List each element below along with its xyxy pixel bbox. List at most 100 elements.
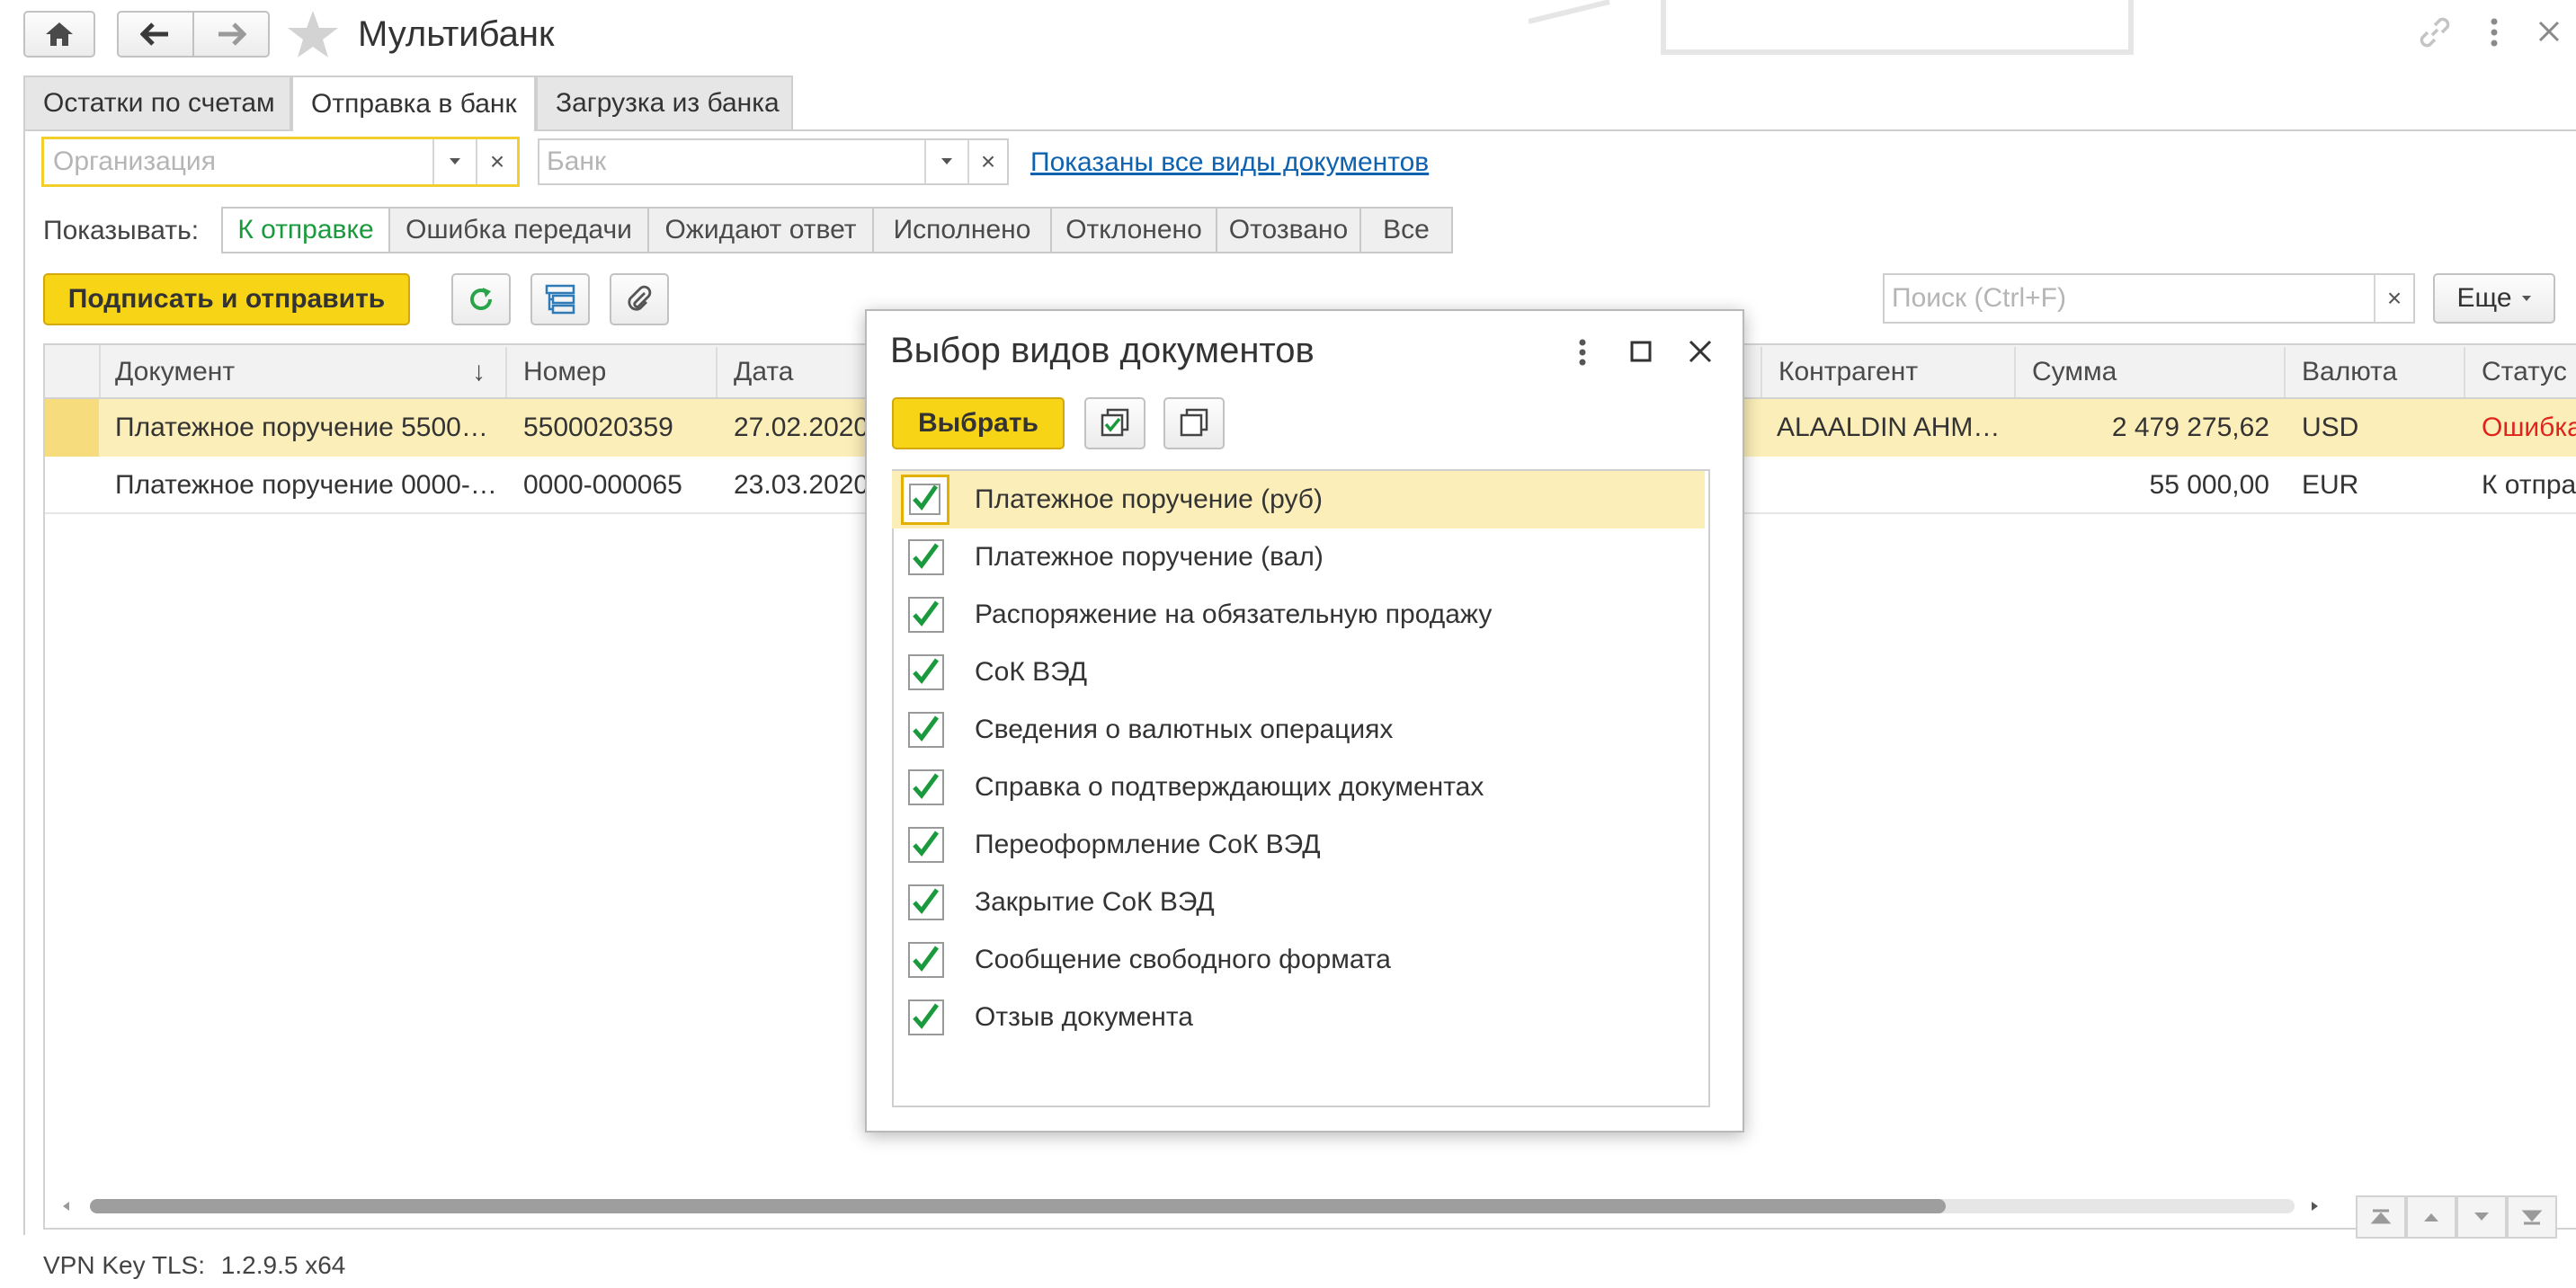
bank-field[interactable]: Банк × [538, 138, 1009, 185]
refresh-button[interactable] [451, 273, 511, 325]
filter-executed[interactable]: Исполнено [872, 207, 1052, 253]
favorite-star-button[interactable] [286, 9, 340, 59]
move-bottom-icon [2521, 1208, 2543, 1226]
tab-balances[interactable]: Остатки по счетам [23, 76, 291, 129]
bank-dropdown-button[interactable] [924, 140, 967, 183]
cell-number: 0000-000065 [523, 470, 682, 500]
organization-input[interactable]: Организация [53, 147, 216, 177]
scroll-to-top-button[interactable] [2356, 1195, 2406, 1239]
bank-input[interactable]: Банк [547, 147, 606, 177]
tab-send-to-bank[interactable]: Отправка в банк [291, 76, 536, 131]
cell-status: К отправке [2482, 470, 2576, 500]
dialog-more-button[interactable] [1572, 336, 1593, 369]
checkbox[interactable] [908, 539, 944, 575]
horizontal-scrollbar-track[interactable] [90, 1199, 2295, 1213]
forward-button[interactable] [194, 13, 268, 56]
column-number[interactable]: Номер [507, 347, 718, 397]
structure-button[interactable] [530, 273, 590, 325]
checkbox[interactable] [908, 712, 944, 748]
cell-currency: USD [2302, 413, 2359, 442]
list-item[interactable]: Отзыв документа [892, 989, 1705, 1046]
chevron-down-icon [449, 157, 461, 166]
scroll-left-arrow[interactable] [59, 1199, 74, 1213]
checkbox[interactable] [908, 597, 944, 633]
organization-field[interactable]: Организация × [41, 137, 520, 187]
list-item[interactable]: Платежное поручение (руб) [892, 471, 1705, 529]
cell-number: 5500020359 [523, 413, 673, 442]
checkbox[interactable] [901, 475, 949, 525]
move-up-icon [2420, 1208, 2442, 1226]
filter-awaiting-response[interactable]: Ожидают ответ [647, 207, 874, 253]
search-clear-button[interactable]: × [2374, 275, 2413, 322]
filter-to-send[interactable]: К отправке [221, 207, 390, 253]
list-item[interactable]: Распоряжение на обязательную продажу [892, 586, 1705, 644]
move-top-icon [2370, 1208, 2392, 1226]
uncheck-all-icon [1178, 408, 1210, 439]
column-document[interactable]: Документ ↓ [99, 347, 507, 397]
column-currency[interactable]: Валюта [2286, 347, 2465, 397]
organization-dropdown-button[interactable] [432, 139, 476, 184]
dialog-title: Выбор видов документов [890, 331, 1315, 370]
checkbox[interactable] [908, 884, 944, 920]
filter-transfer-error[interactable]: Ошибка передачи [388, 207, 649, 253]
scroll-up-button[interactable] [2406, 1195, 2456, 1239]
check-all-button[interactable] [1084, 397, 1145, 449]
cell-counterparty: ALAALDIN AHM… [1777, 413, 2001, 442]
filter-all[interactable]: Все [1359, 207, 1453, 253]
checkbox[interactable] [908, 769, 944, 805]
filter-rejected[interactable]: Отклонено [1050, 207, 1217, 253]
select-button[interactable]: Выбрать [892, 397, 1065, 449]
home-button[interactable] [23, 11, 95, 58]
column-status[interactable]: Статус [2465, 347, 2576, 397]
scroll-to-bottom-button[interactable] [2507, 1195, 2557, 1239]
checkbox[interactable] [908, 999, 944, 1035]
more-vertical-icon [2483, 14, 2505, 50]
window-close-button[interactable] [2534, 16, 2564, 47]
show-label: Показывать: [43, 216, 200, 245]
bank-clear-button[interactable]: × [967, 140, 1007, 183]
row-marker [45, 399, 99, 457]
dialog-maximize-button[interactable] [1629, 340, 1653, 363]
move-down-icon [2471, 1208, 2492, 1226]
column-date[interactable]: Дата [718, 347, 870, 397]
more-button[interactable]: Еще [2433, 273, 2555, 324]
link-button[interactable] [2417, 14, 2453, 50]
uncheck-all-button[interactable] [1163, 397, 1225, 449]
sign-and-send-button[interactable]: Подписать и отправить [43, 273, 410, 325]
vpn-version: 1.2.9.5 x64 [220, 1251, 346, 1279]
list-item[interactable]: Платежное поручение (вал) [892, 529, 1705, 586]
search-field[interactable]: Поиск (Ctrl+F) × [1883, 273, 2415, 324]
cell-sum: 2 479 275,62 [2111, 413, 2269, 442]
cell-date: 27.02.2020 [734, 413, 869, 442]
list-item[interactable]: СоК ВЭД [892, 644, 1705, 701]
back-button[interactable] [119, 13, 194, 56]
more-vertical-button[interactable] [2483, 14, 2505, 50]
sort-desc-icon: ↓ [472, 357, 486, 386]
attachment-button[interactable] [610, 273, 669, 325]
checkbox[interactable] [908, 654, 944, 690]
close-icon [2534, 16, 2564, 47]
search-input[interactable]: Поиск (Ctrl+F) [1892, 283, 2066, 314]
dialog-close-button[interactable] [1687, 338, 1714, 365]
column-sum[interactable]: Сумма [2016, 347, 2286, 397]
list-item[interactable]: Переоформление СоК ВЭД [892, 816, 1705, 874]
tab-load-from-bank[interactable]: Загрузка из банка [536, 76, 793, 129]
list-item[interactable]: Справка о подтверждающих документах [892, 759, 1705, 816]
forward-arrow-icon [216, 22, 246, 47]
horizontal-scrollbar-thumb[interactable] [90, 1199, 1946, 1213]
clear-icon: × [489, 147, 505, 175]
checkbox[interactable] [908, 942, 944, 978]
column-counterparty[interactable]: Контрагент [1760, 347, 2016, 397]
star-icon [286, 9, 340, 59]
scroll-down-button[interactable] [2456, 1195, 2507, 1239]
scroll-right-arrow[interactable] [2307, 1199, 2322, 1213]
list-item[interactable]: Сообщение свободного формата [892, 931, 1705, 989]
list-item[interactable]: Сведения о валютных операциях [892, 701, 1705, 759]
refresh-icon [467, 285, 495, 314]
filter-revoked[interactable]: Отозвано [1216, 207, 1361, 253]
checkbox[interactable] [908, 827, 944, 863]
organization-clear-button[interactable]: × [476, 139, 517, 184]
list-item[interactable]: Закрытие СоК ВЭД [892, 874, 1705, 931]
clear-icon: × [980, 147, 996, 175]
document-types-link[interactable]: Показаны все виды документов [1030, 147, 1429, 178]
